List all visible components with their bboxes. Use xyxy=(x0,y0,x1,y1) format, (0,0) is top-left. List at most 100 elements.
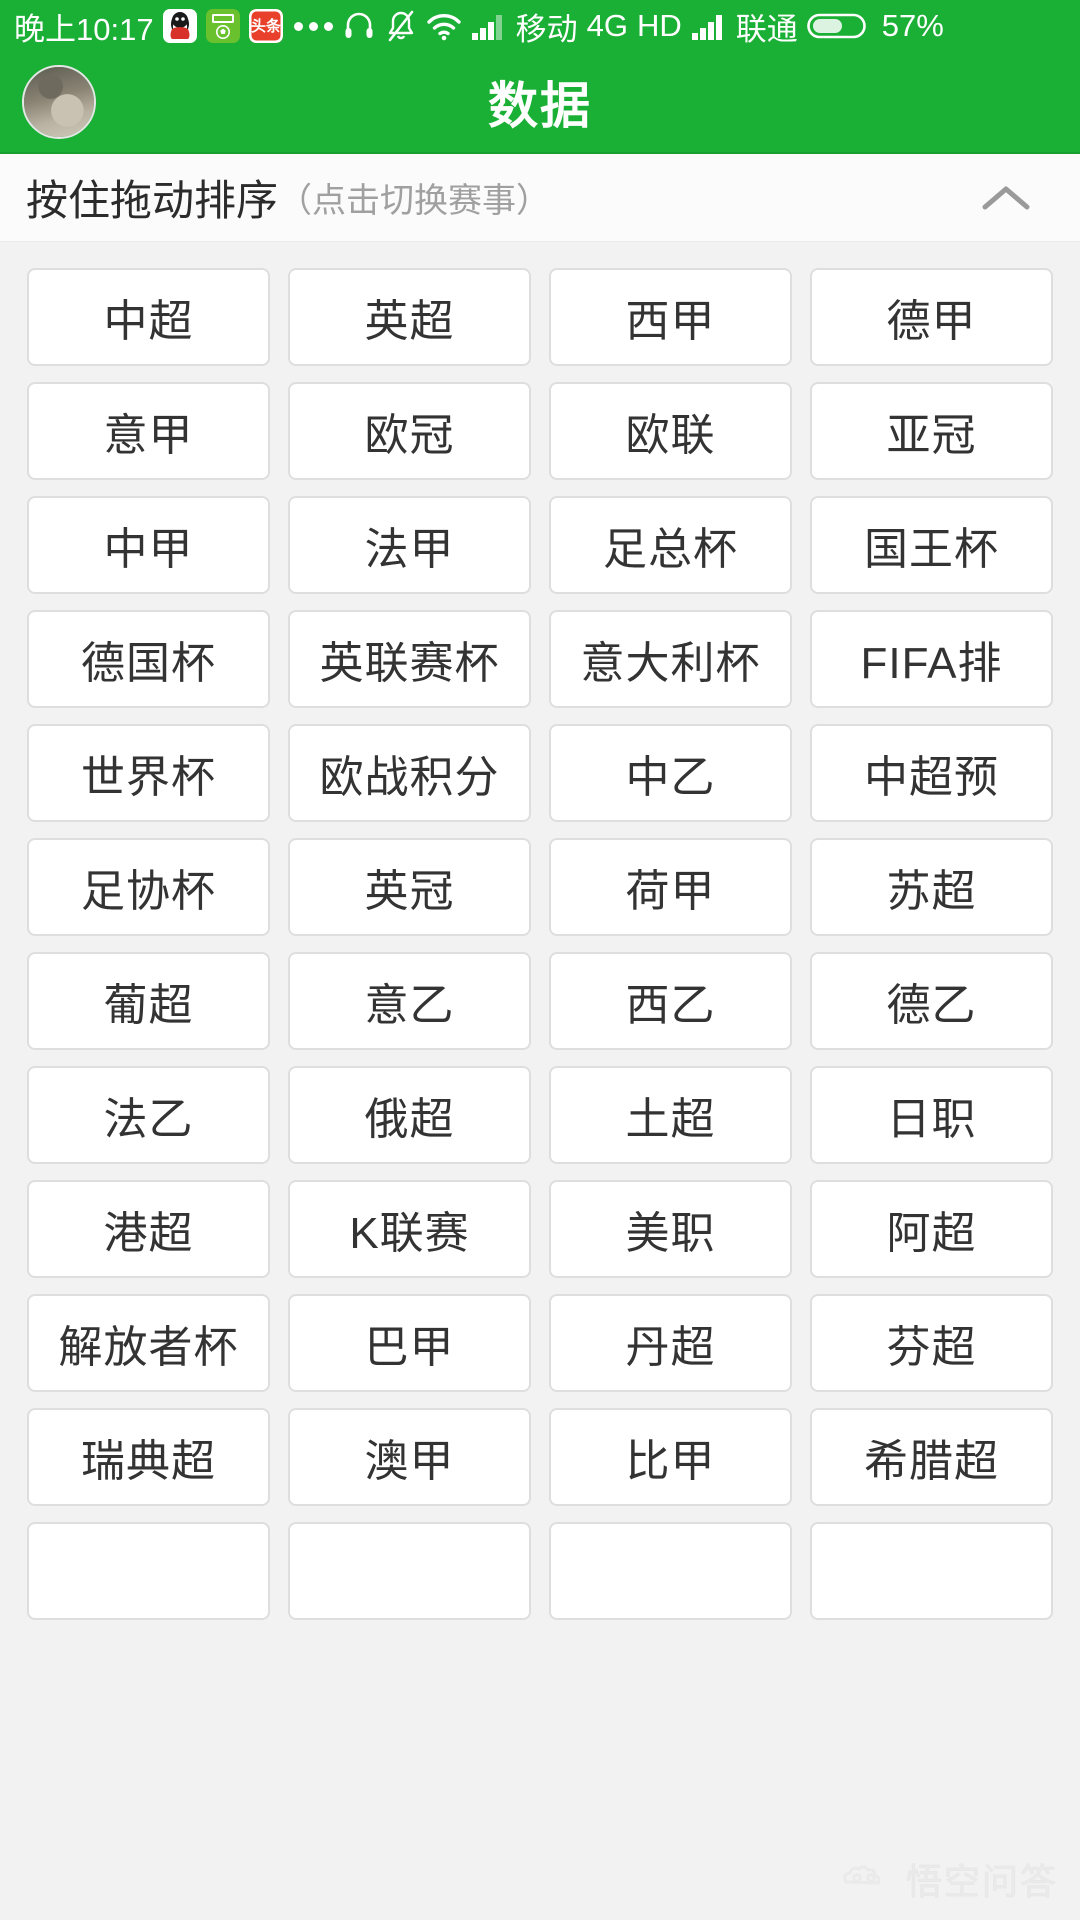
league-chip[interactable]: 足协杯 xyxy=(27,838,270,936)
league-chip[interactable]: FIFA排 xyxy=(810,610,1053,708)
league-chip[interactable]: 法甲 xyxy=(288,496,531,594)
league-chip[interactable]: 西乙 xyxy=(549,952,792,1050)
league-chip[interactable]: 土超 xyxy=(549,1066,792,1164)
league-cell: 澳甲 xyxy=(279,1400,540,1514)
carrier-primary-label: 移动 xyxy=(515,11,578,47)
league-cell: 亚冠 xyxy=(801,374,1062,488)
league-chip[interactable]: 美职 xyxy=(549,1180,792,1278)
league-cell: 英联赛杯 xyxy=(279,602,540,716)
league-chip[interactable]: 足总杯 xyxy=(549,496,792,594)
sort-bar[interactable]: 按住拖动排序 （点击切换赛事） xyxy=(0,154,1080,242)
league-cell: 芬超 xyxy=(801,1286,1062,1400)
league-cell: 西乙 xyxy=(540,944,801,1058)
league-chip[interactable]: 英联赛杯 xyxy=(288,610,531,708)
league-cell: 德甲 xyxy=(801,260,1062,374)
league-cell: 比甲 xyxy=(540,1400,801,1514)
league-chip[interactable]: 希腊超 xyxy=(810,1408,1053,1506)
league-chip[interactable]: 解放者杯 xyxy=(27,1294,270,1392)
league-chip[interactable]: 英冠 xyxy=(288,838,531,936)
wifi-icon xyxy=(426,11,462,41)
league-chip[interactable]: 苏超 xyxy=(810,838,1053,936)
league-cell: 足总杯 xyxy=(540,488,801,602)
watermark-text: 悟空问答 xyxy=(905,1861,1058,1903)
avatar-image xyxy=(24,67,94,137)
league-chip[interactable]: 中甲 xyxy=(27,496,270,594)
league-chip[interactable]: 德乙 xyxy=(810,952,1053,1050)
league-chip[interactable]: 欧战积分 xyxy=(288,724,531,822)
league-chip-empty[interactable] xyxy=(27,1522,270,1620)
network-type-label: 4G xyxy=(586,8,628,43)
league-chip[interactable]: 瑞典超 xyxy=(27,1408,270,1506)
league-cell: 苏超 xyxy=(801,830,1062,944)
league-chip[interactable]: 西甲 xyxy=(549,268,792,366)
league-chip[interactable]: 国王杯 xyxy=(810,496,1053,594)
league-chip[interactable]: 芬超 xyxy=(810,1294,1053,1392)
league-chip[interactable]: 日职 xyxy=(810,1066,1053,1164)
league-chip[interactable]: 阿超 xyxy=(810,1180,1053,1278)
league-cell: 欧冠 xyxy=(279,374,540,488)
league-cell: 希腊超 xyxy=(801,1400,1062,1514)
league-cell: 足协杯 xyxy=(18,830,279,944)
league-chip[interactable]: 英超 xyxy=(288,268,531,366)
status-bar-time: 晚上10:17 xyxy=(14,11,154,47)
league-chip-empty[interactable] xyxy=(549,1522,792,1620)
league-cell: 日职 xyxy=(801,1058,1062,1172)
league-chip-empty[interactable] xyxy=(288,1522,531,1620)
svg-text:头条: 头条 xyxy=(251,17,282,35)
qq-icon xyxy=(162,9,197,43)
league-chip[interactable]: 澳甲 xyxy=(288,1408,531,1506)
football-app-icon xyxy=(205,9,240,43)
avatar[interactable] xyxy=(22,65,96,139)
league-chip[interactable]: 荷甲 xyxy=(549,838,792,936)
league-chip[interactable]: 葡超 xyxy=(27,952,270,1050)
league-chip[interactable]: 比甲 xyxy=(549,1408,792,1506)
league-cell: 中超 xyxy=(18,260,279,374)
league-chip[interactable]: 世界杯 xyxy=(27,724,270,822)
chevron-up-icon[interactable] xyxy=(978,170,1034,226)
league-chip[interactable]: 中超预 xyxy=(810,724,1053,822)
league-chip[interactable]: 亚冠 xyxy=(810,382,1053,480)
status-bar: 晚上10:17 头条 移动 4G HD 联通 57% xyxy=(0,0,1080,52)
league-chip[interactable]: 港超 xyxy=(27,1180,270,1278)
league-chip[interactable]: 巴甲 xyxy=(288,1294,531,1392)
signal-bars-icon xyxy=(471,11,507,41)
league-chip[interactable]: 中超 xyxy=(27,268,270,366)
league-cell: 阿超 xyxy=(801,1172,1062,1286)
page-title: 数据 xyxy=(488,78,592,134)
league-grid-container: 中超 英超 西甲 德甲意甲 欧冠 欧联 亚冠中甲 法甲 足总杯 国王杯德国杯 英联赛杯 意大利杯 FIF… xyxy=(0,242,1080,1919)
league-cell: 丹超 xyxy=(540,1286,801,1400)
league-cell xyxy=(18,1514,279,1628)
league-chip-empty[interactable] xyxy=(810,1522,1053,1620)
league-cell: 巴甲 xyxy=(279,1286,540,1400)
league-chip[interactable]: 丹超 xyxy=(549,1294,792,1392)
league-chip[interactable]: 法乙 xyxy=(27,1066,270,1164)
league-chip[interactable]: 中乙 xyxy=(549,724,792,822)
league-chip[interactable]: 欧联 xyxy=(549,382,792,480)
league-cell: 解放者杯 xyxy=(18,1286,279,1400)
league-cell: 意甲 xyxy=(18,374,279,488)
league-grid: 中超 英超 西甲 德甲意甲 欧冠 欧联 亚冠中甲 法甲 足总杯 国王杯德国杯 英联赛杯 意大利杯 FIF… xyxy=(18,260,1062,1628)
league-cell: 中超预 xyxy=(801,716,1062,830)
league-chip[interactable]: 俄超 xyxy=(288,1066,531,1164)
league-cell: 瑞典超 xyxy=(18,1400,279,1514)
league-cell: 法乙 xyxy=(18,1058,279,1172)
league-cell xyxy=(540,1514,801,1628)
league-chip[interactable]: 欧冠 xyxy=(288,382,531,480)
league-chip[interactable]: 德国杯 xyxy=(27,610,270,708)
league-chip[interactable]: 德甲 xyxy=(810,268,1053,366)
league-cell: 美职 xyxy=(540,1172,801,1286)
league-chip[interactable]: 意乙 xyxy=(288,952,531,1050)
league-cell: 西甲 xyxy=(540,260,801,374)
league-cell: FIFA排 xyxy=(801,602,1062,716)
watermark: 悟空问答 xyxy=(840,1853,1058,1905)
league-chip[interactable]: 意甲 xyxy=(27,382,270,480)
sort-bar-main-label: 按住拖动排序 xyxy=(26,177,279,224)
league-chip[interactable]: 意大利杯 xyxy=(549,610,792,708)
league-cell: 荷甲 xyxy=(540,830,801,944)
league-chip[interactable]: K联赛 xyxy=(288,1180,531,1278)
bell-muted-icon xyxy=(385,9,417,43)
league-cell: 法甲 xyxy=(279,488,540,602)
battery-icon xyxy=(806,10,869,42)
league-cell: 中乙 xyxy=(540,716,801,830)
league-cell xyxy=(279,1514,540,1628)
